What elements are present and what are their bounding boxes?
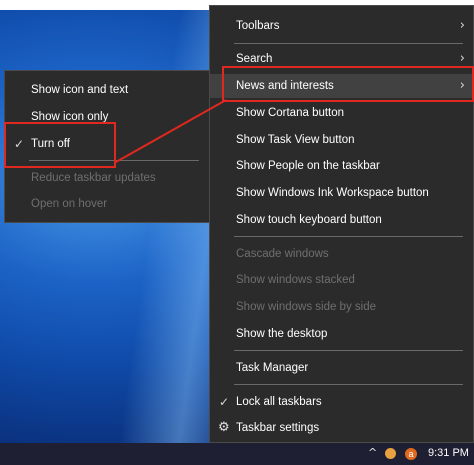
menu-item-label: Search — [236, 53, 273, 65]
menu-separator — [234, 236, 463, 237]
menu-item-label: Reduce taskbar updates — [31, 172, 156, 184]
menu-item-label: Open on hover — [31, 198, 108, 210]
menu-item-label: Lock all taskbars — [236, 396, 322, 408]
menu-item-task-manager[interactable]: Task Manager — [210, 356, 473, 380]
menu-item-label: Show Task View button — [236, 134, 355, 146]
annotation-box-news-and-interests — [222, 66, 474, 102]
menu-item-label: Show windows side by side — [236, 301, 376, 313]
menu-separator — [234, 43, 463, 44]
menu-item-show-cortana-button[interactable]: Show Cortana button — [210, 101, 473, 125]
menu-item-label: Show icon and text — [31, 84, 129, 96]
menu-item-label: Toolbars — [236, 20, 280, 32]
menu-item-label: Show the desktop — [236, 328, 328, 340]
menu-item-label: Cascade windows — [236, 248, 329, 260]
menu-item-show-windows-stacked: Show windows stacked — [210, 268, 473, 292]
menu-separator — [234, 350, 463, 351]
menu-item-taskbar-settings[interactable]: ⚙ Taskbar settings — [210, 416, 473, 440]
tray-clock[interactable]: 9:31 PM — [428, 447, 469, 459]
chevron-right-icon: › — [459, 18, 465, 33]
menu-item-show-people[interactable]: Show People on the taskbar — [210, 154, 473, 178]
menu-item-label: Show Windows Ink Workspace button — [236, 187, 429, 199]
menu-separator — [234, 384, 463, 385]
taskbar[interactable]: ^ a 9:31 PM — [0, 443, 474, 465]
menu-item-label: Show Cortana button — [236, 107, 345, 119]
submenu-item-show-icon-and-text[interactable]: Show icon and text — [5, 78, 209, 102]
submenu-item-reduce-taskbar-updates: Reduce taskbar updates — [5, 166, 209, 190]
submenu-item-open-on-hover: Open on hover — [5, 192, 209, 216]
menu-item-label: Show People on the taskbar — [236, 160, 380, 172]
tray-avast-icon[interactable]: a — [405, 448, 417, 460]
menu-item-show-touch-keyboard[interactable]: Show touch keyboard button — [210, 208, 473, 232]
menu-item-lock-all-taskbars[interactable]: ✓ Lock all taskbars — [210, 390, 473, 414]
show-hidden-icons-chevron-icon[interactable]: ^ — [368, 446, 377, 459]
menu-item-label: Show windows stacked — [236, 274, 355, 286]
checkmark-icon: ✓ — [219, 395, 230, 409]
menu-item-toolbars[interactable]: Toolbars › — [210, 14, 473, 38]
menu-item-cascade-windows: Cascade windows — [210, 242, 473, 266]
menu-item-show-windows-ink[interactable]: Show Windows Ink Workspace button — [210, 181, 473, 205]
menu-item-show-windows-side-by-side: Show windows side by side — [210, 295, 473, 319]
tray-app-icon[interactable] — [385, 448, 396, 459]
menu-item-label: Taskbar settings — [236, 422, 320, 434]
menu-item-label: Task Manager — [236, 362, 309, 374]
menu-item-show-the-desktop[interactable]: Show the desktop — [210, 322, 473, 346]
annotation-box-turn-off — [4, 122, 116, 168]
menu-item-show-task-view-button[interactable]: Show Task View button — [210, 128, 473, 152]
menu-item-label: Show touch keyboard button — [236, 214, 382, 226]
gear-icon: ⚙ — [218, 420, 230, 435]
